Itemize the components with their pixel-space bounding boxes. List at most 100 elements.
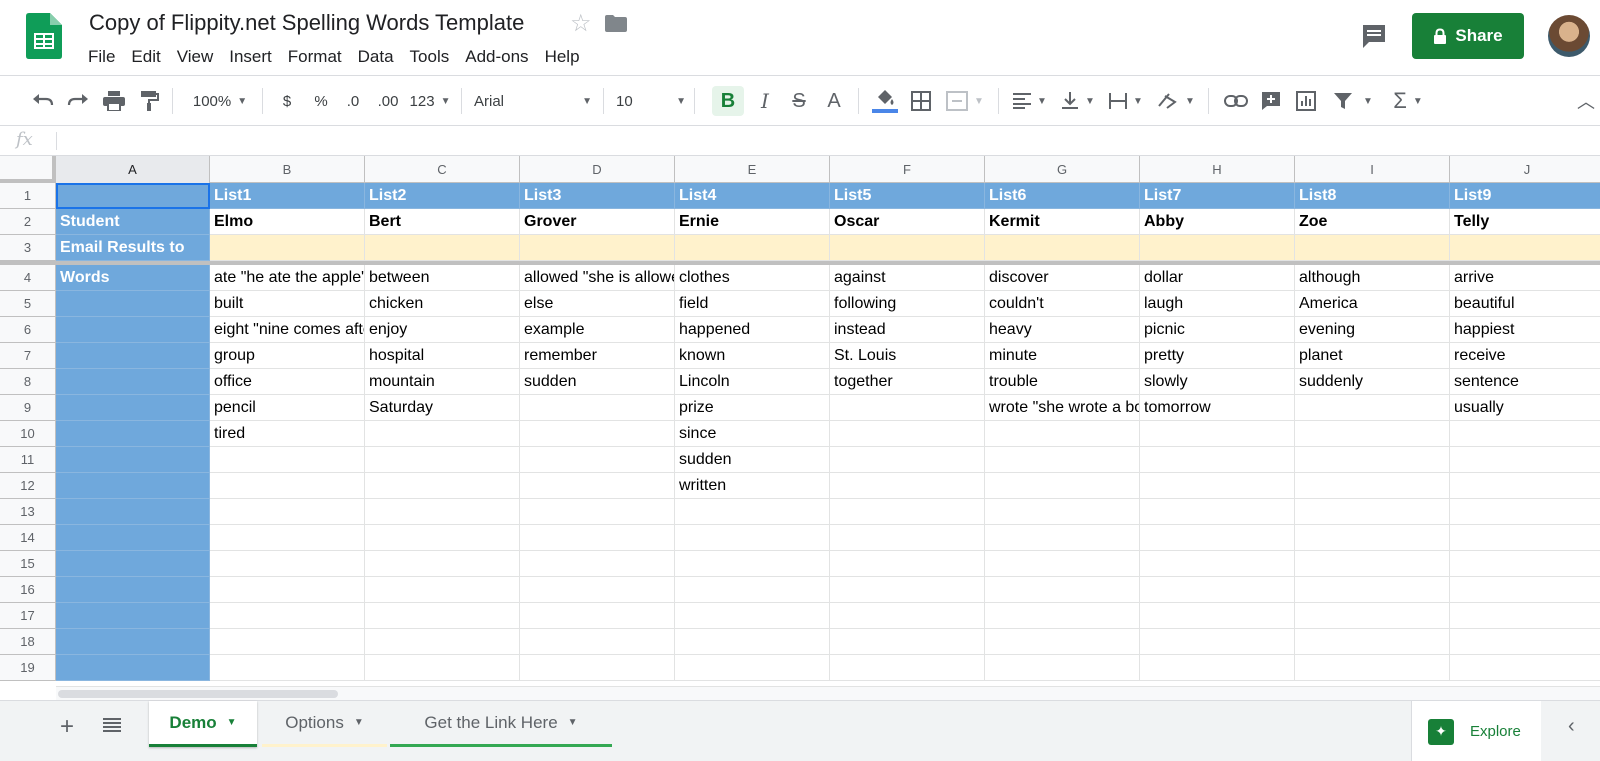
row-header[interactable]: 10	[0, 421, 56, 447]
merge-cells-icon[interactable]: ▼	[942, 86, 988, 116]
text-wrapping-icon[interactable]: ▼	[1106, 86, 1146, 116]
currency-format-button[interactable]: $	[276, 86, 298, 116]
cell-f11[interactable]	[830, 447, 985, 473]
cell-e14[interactable]	[675, 525, 830, 551]
cell-d2[interactable]: Grover	[520, 209, 675, 235]
cell-j8[interactable]: sentence	[1450, 369, 1600, 395]
cell-i13[interactable]	[1295, 499, 1450, 525]
cell-j3[interactable]	[1450, 235, 1600, 261]
cell-b15[interactable]	[210, 551, 365, 577]
column-header-a[interactable]: A	[56, 156, 210, 183]
cell-h19[interactable]	[1140, 655, 1295, 681]
column-header-g[interactable]: G	[985, 156, 1140, 183]
bold-button[interactable]: B	[712, 86, 744, 116]
cell-j15[interactable]	[1450, 551, 1600, 577]
cell-h7[interactable]: pretty	[1140, 343, 1295, 369]
cell-g11[interactable]	[985, 447, 1140, 473]
cell-j6[interactable]: happiest	[1450, 317, 1600, 343]
cell-c5[interactable]: chicken	[365, 291, 520, 317]
cell-c3[interactable]	[365, 235, 520, 261]
cell-d3[interactable]	[520, 235, 675, 261]
cell-i12[interactable]	[1295, 473, 1450, 499]
cell-c13[interactable]	[365, 499, 520, 525]
vertical-align-icon[interactable]: ▼	[1058, 86, 1098, 116]
cell-b8[interactable]: office	[210, 369, 365, 395]
cell-b16[interactable]	[210, 577, 365, 603]
cell-j1[interactable]: List9	[1450, 183, 1600, 209]
cell-h14[interactable]	[1140, 525, 1295, 551]
cell-a7[interactable]	[56, 343, 210, 369]
cell-f6[interactable]: instead	[830, 317, 985, 343]
cell-c14[interactable]	[365, 525, 520, 551]
menu-tools[interactable]: Tools	[402, 45, 458, 69]
cell-h8[interactable]: slowly	[1140, 369, 1295, 395]
cell-i11[interactable]	[1295, 447, 1450, 473]
row-header[interactable]: 1	[0, 183, 56, 209]
cell-f12[interactable]	[830, 473, 985, 499]
cell-b6[interactable]: eight "nine comes after"	[210, 317, 365, 343]
cell-e8[interactable]: Lincoln	[675, 369, 830, 395]
more-formats-select[interactable]: 123 ▼	[408, 86, 452, 116]
cell-a6[interactable]	[56, 317, 210, 343]
cell-d16[interactable]	[520, 577, 675, 603]
cell-i10[interactable]	[1295, 421, 1450, 447]
cell-f19[interactable]	[830, 655, 985, 681]
row-header[interactable]: 3	[0, 235, 56, 261]
cell-h5[interactable]: laugh	[1140, 291, 1295, 317]
cell-a4[interactable]: Words	[56, 265, 210, 291]
cell-f9[interactable]	[830, 395, 985, 421]
cell-h9[interactable]: tomorrow	[1140, 395, 1295, 421]
cell-b18[interactable]	[210, 629, 365, 655]
row-header[interactable]: 11	[0, 447, 56, 473]
document-title[interactable]: Copy of Flippity.net Spelling Words Temp…	[89, 10, 524, 36]
cell-c17[interactable]	[365, 603, 520, 629]
cell-d18[interactable]	[520, 629, 675, 655]
chevron-left-icon[interactable]: ‹	[1568, 715, 1575, 738]
menu-insert[interactable]: Insert	[221, 45, 280, 69]
column-header-e[interactable]: E	[675, 156, 830, 183]
cell-e18[interactable]	[675, 629, 830, 655]
row-header[interactable]: 17	[0, 603, 56, 629]
cell-e12[interactable]: written	[675, 473, 830, 499]
cell-c2[interactable]: Bert	[365, 209, 520, 235]
cell-i14[interactable]	[1295, 525, 1450, 551]
cell-e5[interactable]: field	[675, 291, 830, 317]
cell-c8[interactable]: mountain	[365, 369, 520, 395]
cell-e13[interactable]	[675, 499, 830, 525]
cell-f15[interactable]	[830, 551, 985, 577]
cell-c6[interactable]: enjoy	[365, 317, 520, 343]
column-header-i[interactable]: I	[1295, 156, 1450, 183]
cell-j14[interactable]	[1450, 525, 1600, 551]
cell-j5[interactable]: beautiful	[1450, 291, 1600, 317]
row-header[interactable]: 16	[0, 577, 56, 603]
sheet-tab-demo[interactable]: Demo ▼	[149, 701, 257, 747]
cell-j7[interactable]: receive	[1450, 343, 1600, 369]
cell-b17[interactable]	[210, 603, 365, 629]
cell-b4[interactable]: ate "he ate the apple"	[210, 265, 365, 291]
all-sheets-icon[interactable]	[103, 718, 121, 732]
cell-c10[interactable]	[365, 421, 520, 447]
cell-d7[interactable]: remember	[520, 343, 675, 369]
cell-d8[interactable]: sudden	[520, 369, 675, 395]
cell-g6[interactable]: heavy	[985, 317, 1140, 343]
cell-a3[interactable]: Email Results to	[56, 235, 210, 261]
menu-format[interactable]: Format	[280, 45, 350, 69]
cell-f10[interactable]	[830, 421, 985, 447]
cell-g12[interactable]	[985, 473, 1140, 499]
add-sheet-icon[interactable]: +	[60, 713, 74, 741]
cell-g3[interactable]	[985, 235, 1140, 261]
column-header-j[interactable]: J	[1450, 156, 1600, 183]
cell-h3[interactable]	[1140, 235, 1295, 261]
cell-h13[interactable]	[1140, 499, 1295, 525]
sheets-logo-icon[interactable]	[26, 13, 62, 59]
text-color-button[interactable]: A	[821, 86, 847, 116]
functions-icon[interactable]: Σ ▼	[1388, 86, 1428, 116]
column-header-f[interactable]: F	[830, 156, 985, 183]
row-header[interactable]: 4	[0, 265, 56, 291]
cell-a12[interactable]	[56, 473, 210, 499]
menu-add-ons[interactable]: Add-ons	[457, 45, 536, 69]
zoom-select[interactable]: 100% ▼	[186, 86, 254, 116]
cell-e6[interactable]: happened	[675, 317, 830, 343]
redo-icon[interactable]	[65, 86, 91, 116]
cell-d5[interactable]: else	[520, 291, 675, 317]
